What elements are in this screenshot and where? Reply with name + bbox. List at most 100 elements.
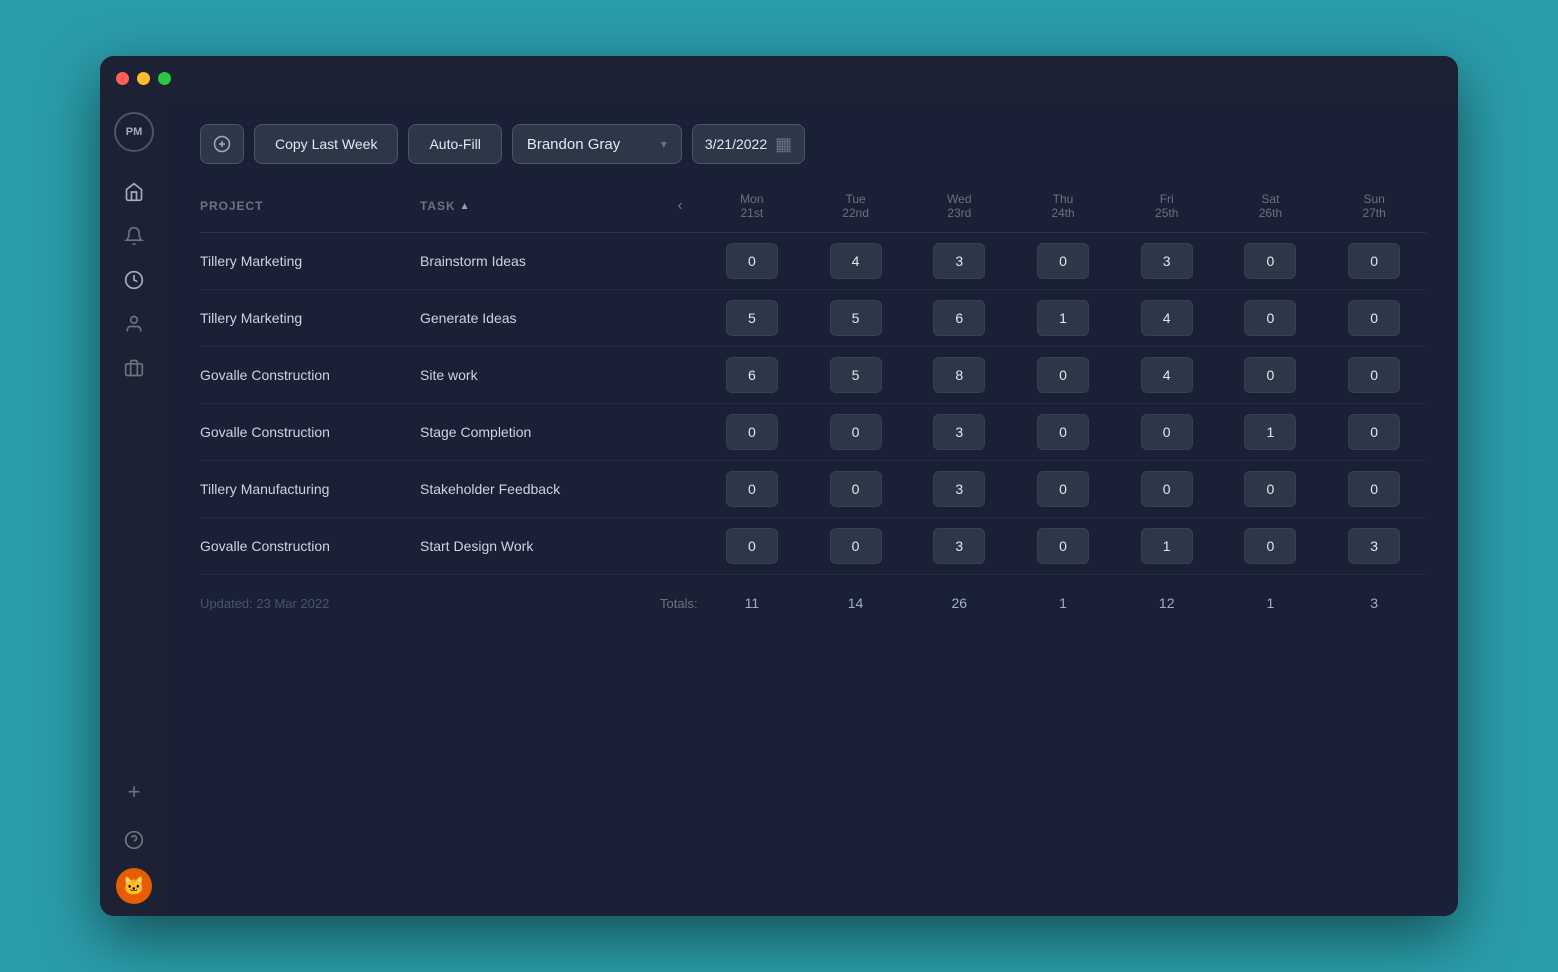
app-window: PM (100, 56, 1458, 916)
sidebar-item-help[interactable] (114, 820, 154, 860)
cell-value: 4 (1115, 357, 1219, 393)
hours-input[interactable]: 5 (830, 300, 882, 336)
hours-input[interactable]: 1 (1244, 414, 1296, 450)
prev-week-button[interactable]: ‹ (660, 197, 700, 215)
hours-input[interactable]: 0 (830, 414, 882, 450)
copy-last-week-button[interactable]: Copy Last Week (254, 124, 398, 164)
cell-task: Start Design Work (420, 538, 660, 554)
hours-input[interactable]: 0 (1037, 414, 1089, 450)
hours-input[interactable]: 0 (1037, 357, 1089, 393)
cell-value: 0 (1219, 471, 1323, 507)
cell-project: Govalle Construction (200, 424, 420, 440)
hours-input[interactable]: 0 (1244, 471, 1296, 507)
cell-value: 3 (1322, 528, 1426, 564)
cell-value: 6 (907, 300, 1011, 336)
hours-input[interactable]: 0 (1348, 471, 1400, 507)
hours-input[interactable]: 3 (1141, 243, 1193, 279)
hours-input[interactable]: 0 (1244, 300, 1296, 336)
hours-input[interactable]: 0 (1244, 528, 1296, 564)
hours-input[interactable]: 5 (726, 300, 778, 336)
hours-input[interactable]: 0 (1348, 300, 1400, 336)
hours-input[interactable]: 5 (830, 357, 882, 393)
cell-value: 6 (700, 357, 804, 393)
minimize-button[interactable] (137, 72, 150, 85)
hours-input[interactable]: 0 (1037, 243, 1089, 279)
total-tue: 14 (804, 595, 908, 611)
cell-task: Brainstorm Ideas (420, 253, 660, 269)
total-mon: 11 (700, 595, 804, 611)
user-dropdown[interactable]: Brandon Gray ▾ (512, 124, 682, 164)
calendar-icon: ▦ (775, 134, 792, 155)
hours-input[interactable]: 6 (933, 300, 985, 336)
title-bar (100, 56, 1458, 100)
cell-value: 0 (804, 414, 908, 450)
date-picker[interactable]: 3/21/2022 ▦ (692, 124, 805, 164)
cell-task: Site work (420, 367, 660, 383)
cell-value: 0 (700, 414, 804, 450)
cell-value: 5 (804, 357, 908, 393)
totals-label: Totals: (660, 596, 700, 611)
cell-value: 1 (1219, 414, 1323, 450)
day-header-fri: Fri 25th (1115, 192, 1219, 220)
hours-input[interactable]: 3 (933, 528, 985, 564)
hours-input[interactable]: 0 (830, 528, 882, 564)
day-header-tue: Tue 22nd (804, 192, 908, 220)
add-entry-button[interactable] (200, 124, 244, 164)
hours-input[interactable]: 0 (1348, 357, 1400, 393)
auto-fill-button[interactable]: Auto-Fill (408, 124, 501, 164)
hours-input[interactable]: 0 (1037, 528, 1089, 564)
hours-input[interactable]: 0 (1141, 414, 1193, 450)
hours-input[interactable]: 0 (830, 471, 882, 507)
hours-input[interactable]: 0 (1244, 243, 1296, 279)
hours-input[interactable]: 6 (726, 357, 778, 393)
hours-input[interactable]: 0 (726, 414, 778, 450)
hours-input[interactable]: 4 (1141, 357, 1193, 393)
hours-input[interactable]: 3 (933, 243, 985, 279)
close-button[interactable] (116, 72, 129, 85)
cell-value: 0 (1011, 528, 1115, 564)
sidebar-item-briefcase[interactable] (114, 348, 154, 388)
hours-input[interactable]: 3 (933, 471, 985, 507)
hours-input[interactable]: 8 (933, 357, 985, 393)
sidebar-item-add[interactable]: + (114, 772, 154, 812)
hours-input[interactable]: 0 (726, 243, 778, 279)
cell-value: 0 (1219, 528, 1323, 564)
sort-icon[interactable]: ▲ (460, 201, 471, 212)
chevron-down-icon: ▾ (661, 137, 667, 151)
sidebar-item-time[interactable] (114, 260, 154, 300)
hours-input[interactable]: 0 (1348, 414, 1400, 450)
cell-project: Govalle Construction (200, 538, 420, 554)
table-row: Tillery MarketingGenerate Ideas5561400 (200, 290, 1426, 347)
hours-input[interactable]: 4 (1141, 300, 1193, 336)
date-value: 3/21/2022 (705, 136, 767, 152)
sidebar-item-notifications[interactable] (114, 216, 154, 256)
hours-input[interactable]: 0 (1348, 243, 1400, 279)
cell-task: Stakeholder Feedback (420, 481, 660, 497)
cell-value: 0 (1322, 243, 1426, 279)
hours-input[interactable]: 3 (1348, 528, 1400, 564)
hours-input[interactable]: 0 (1037, 471, 1089, 507)
hours-input[interactable]: 0 (1141, 471, 1193, 507)
app-body: PM (100, 100, 1458, 916)
hours-input[interactable]: 0 (726, 471, 778, 507)
hours-input[interactable]: 4 (830, 243, 882, 279)
total-wed: 26 (907, 595, 1011, 611)
day-header-sun: Sun 27th (1322, 192, 1426, 220)
cell-value: 1 (1115, 528, 1219, 564)
hours-input[interactable]: 0 (726, 528, 778, 564)
sidebar-item-home[interactable] (114, 172, 154, 212)
maximize-button[interactable] (158, 72, 171, 85)
hours-input[interactable]: 1 (1037, 300, 1089, 336)
user-avatar[interactable]: 🐱 (116, 868, 152, 904)
day-header-thu: Thu 24th (1011, 192, 1115, 220)
total-sat: 1 (1219, 595, 1323, 611)
col-project-header: PROJECT (200, 199, 420, 213)
hours-input[interactable]: 3 (933, 414, 985, 450)
cell-task: Generate Ideas (420, 310, 660, 326)
hours-input[interactable]: 0 (1244, 357, 1296, 393)
hours-input[interactable]: 1 (1141, 528, 1193, 564)
cell-value: 0 (700, 243, 804, 279)
sidebar-item-team[interactable] (114, 304, 154, 344)
cell-value: 0 (1322, 471, 1426, 507)
cell-value: 0 (1219, 357, 1323, 393)
